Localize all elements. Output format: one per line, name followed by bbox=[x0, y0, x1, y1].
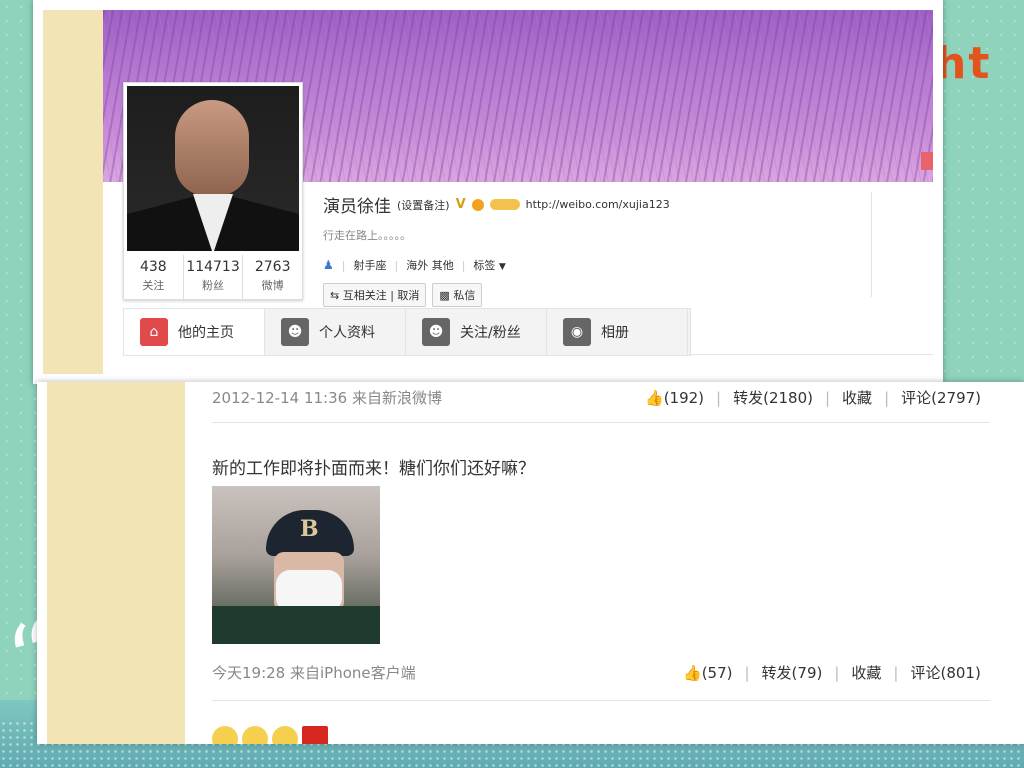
person-icon: ☻ bbox=[281, 318, 309, 346]
name-row: 演员徐佳 (设置备注) V http://weibo.com/xujia123 bbox=[323, 192, 883, 217]
separator: | bbox=[824, 388, 831, 407]
stat-number: 438 bbox=[139, 259, 167, 275]
avatar[interactable] bbox=[127, 86, 299, 251]
mutual-follow-button[interactable]: ⇆ 互相关注 | 取消 bbox=[323, 283, 427, 307]
profile-url-link[interactable]: http://weibo.com/xujia123 bbox=[526, 198, 670, 211]
like-button[interactable]: 👍(57) bbox=[683, 664, 732, 682]
separator: | bbox=[884, 388, 890, 407]
like-button[interactable]: 👍(192) bbox=[645, 389, 704, 407]
thumbs-up-icon: 👍 bbox=[645, 388, 664, 407]
stat-label: 粉丝 bbox=[202, 279, 224, 292]
private-message-button[interactable]: ▩ 私信 bbox=[432, 283, 483, 307]
separator: | bbox=[834, 663, 840, 682]
post-actions: 👍(192) | 转发(2180) | 收藏 | 评论(2797) bbox=[645, 387, 981, 408]
separator: | bbox=[893, 663, 899, 682]
profile-actions: ⇆ 互相关注 | 取消 ▩ 私信 bbox=[323, 283, 883, 307]
smiley-icon[interactable] bbox=[212, 726, 238, 744]
camera-icon: ◉ bbox=[563, 318, 591, 346]
avatar-card: 438 关注 114713 粉丝 2763 微博 bbox=[123, 82, 303, 300]
mutual-follow-label: 互相关注 bbox=[342, 289, 387, 302]
post-text: 新的工作即将扑面而来！糖们你们还好嘛？ bbox=[212, 459, 535, 479]
vertical-divider bbox=[871, 192, 872, 297]
post-time-link[interactable]: 2012-12-14 11:36 bbox=[212, 389, 347, 407]
cancel-follow-link[interactable]: 取消 bbox=[397, 289, 419, 302]
stat-posts[interactable]: 2763 微博 bbox=[243, 255, 302, 299]
post-divider bbox=[212, 422, 990, 423]
post-image[interactable]: B bbox=[212, 486, 380, 644]
profile-tags: ♟ | 射手座 | 海外 其他 | 标签 ▼ bbox=[323, 257, 883, 273]
tag-zodiac[interactable]: 射手座 bbox=[353, 257, 386, 273]
home-icon: ⌂ bbox=[140, 318, 168, 346]
tab-label: 关注/粉丝 bbox=[460, 325, 521, 341]
forward-button[interactable]: 转发(2180) bbox=[733, 387, 813, 408]
stat-followers[interactable]: 114713 粉丝 bbox=[184, 255, 244, 299]
swap-icon: ⇆ bbox=[330, 289, 340, 302]
smiley-icon[interactable] bbox=[272, 726, 298, 744]
banner-edge-tag[interactable] bbox=[921, 152, 933, 170]
forward-button[interactable]: 转发(79) bbox=[762, 662, 823, 683]
tab-follow-fans[interactable]: ☻ 关注/粉丝 bbox=[406, 309, 547, 355]
post-source[interactable]: 来自iPhone客户端 bbox=[290, 664, 416, 682]
tag-location[interactable]: 海外 其他 bbox=[406, 257, 454, 273]
tab-label: 他的主页 bbox=[178, 325, 234, 341]
separator: | bbox=[744, 663, 750, 682]
profile-page: 438 关注 114713 粉丝 2763 微博 演员徐佳 (设置备注) V h… bbox=[103, 10, 933, 374]
tags-dropdown-label: 标签 bbox=[473, 259, 496, 272]
emoji-row bbox=[212, 726, 328, 744]
tab-album[interactable]: ◉ 相册 bbox=[547, 309, 688, 355]
decorative-corner-text: ht bbox=[935, 38, 992, 89]
profile-stats: 438 关注 114713 粉丝 2763 微博 bbox=[124, 255, 302, 299]
post-meta: 2012-12-14 11:36 来自新浪微博 bbox=[212, 387, 442, 408]
favorite-button[interactable]: 收藏 bbox=[851, 662, 881, 683]
profile-info: 演员徐佳 (设置备注) V http://weibo.com/xujia123 … bbox=[323, 192, 883, 307]
tabs-filler bbox=[691, 308, 933, 355]
comment-button[interactable]: 评论(2797) bbox=[901, 387, 981, 408]
people-icon: ☻ bbox=[422, 318, 450, 346]
stat-label: 微博 bbox=[261, 279, 284, 292]
post-divider bbox=[212, 700, 990, 701]
club-badge-icon[interactable] bbox=[489, 199, 520, 210]
posts-screenshot: 2012-12-14 11:36 来自新浪微博 👍(192) | 转发(2180… bbox=[37, 382, 1024, 744]
post-meta: 今天19:28 来自iPhone客户端 bbox=[212, 662, 416, 683]
profile-screenshot: 438 关注 114713 粉丝 2763 微博 演员徐佳 (设置备注) V h… bbox=[33, 0, 943, 384]
profile-tabs: ⌂ 他的主页 ☻ 个人资料 ☻ 关注/粉丝 ◉ 相册 bbox=[123, 308, 691, 356]
medal-icon[interactable] bbox=[471, 198, 484, 211]
left-side-panel bbox=[47, 382, 185, 744]
profile-name: 演员徐佳 bbox=[323, 197, 391, 217]
thumbs-up-icon: 👍 bbox=[683, 663, 702, 682]
tab-label: 个人资料 bbox=[319, 325, 375, 341]
verified-v-icon[interactable]: V bbox=[456, 197, 466, 212]
separator: | bbox=[341, 258, 346, 272]
favorite-button[interactable]: 收藏 bbox=[842, 387, 872, 408]
private-message-label: 私信 bbox=[453, 289, 476, 302]
message-icon: ▩ bbox=[439, 289, 450, 302]
tab-label: 相册 bbox=[601, 325, 629, 341]
post-time-link[interactable]: 今天19:28 bbox=[212, 664, 285, 682]
profile-motto: 行走在路上。。。。。 bbox=[323, 229, 411, 242]
separator: | bbox=[716, 388, 722, 407]
person-icon: ♟ bbox=[323, 258, 334, 272]
stat-number: 114713 bbox=[186, 259, 240, 275]
like-count: (57) bbox=[701, 663, 733, 682]
stat-label: 关注 bbox=[142, 279, 165, 292]
tab-home[interactable]: ⌂ 他的主页 bbox=[124, 309, 265, 355]
tags-dropdown[interactable]: 标签 ▼ bbox=[473, 257, 505, 273]
post-source[interactable]: 来自新浪微博 bbox=[352, 389, 442, 407]
separator: | bbox=[461, 258, 466, 272]
smiley-icon[interactable] bbox=[242, 726, 268, 744]
red-emoticon-icon[interactable] bbox=[302, 726, 328, 744]
set-remark-link[interactable]: (设置备注) bbox=[397, 197, 450, 213]
stat-number: 2763 bbox=[254, 259, 291, 275]
separator: | bbox=[394, 258, 399, 272]
post-actions: 👍(57) | 转发(79) | 收藏 | 评论(801) bbox=[683, 662, 981, 683]
like-count: (192) bbox=[663, 388, 705, 407]
tab-profile-info[interactable]: ☻ 个人资料 bbox=[265, 309, 406, 355]
caret-down-icon: ▼ bbox=[498, 262, 506, 272]
comment-button[interactable]: 评论(801) bbox=[910, 662, 980, 683]
stat-following[interactable]: 438 关注 bbox=[124, 255, 184, 299]
